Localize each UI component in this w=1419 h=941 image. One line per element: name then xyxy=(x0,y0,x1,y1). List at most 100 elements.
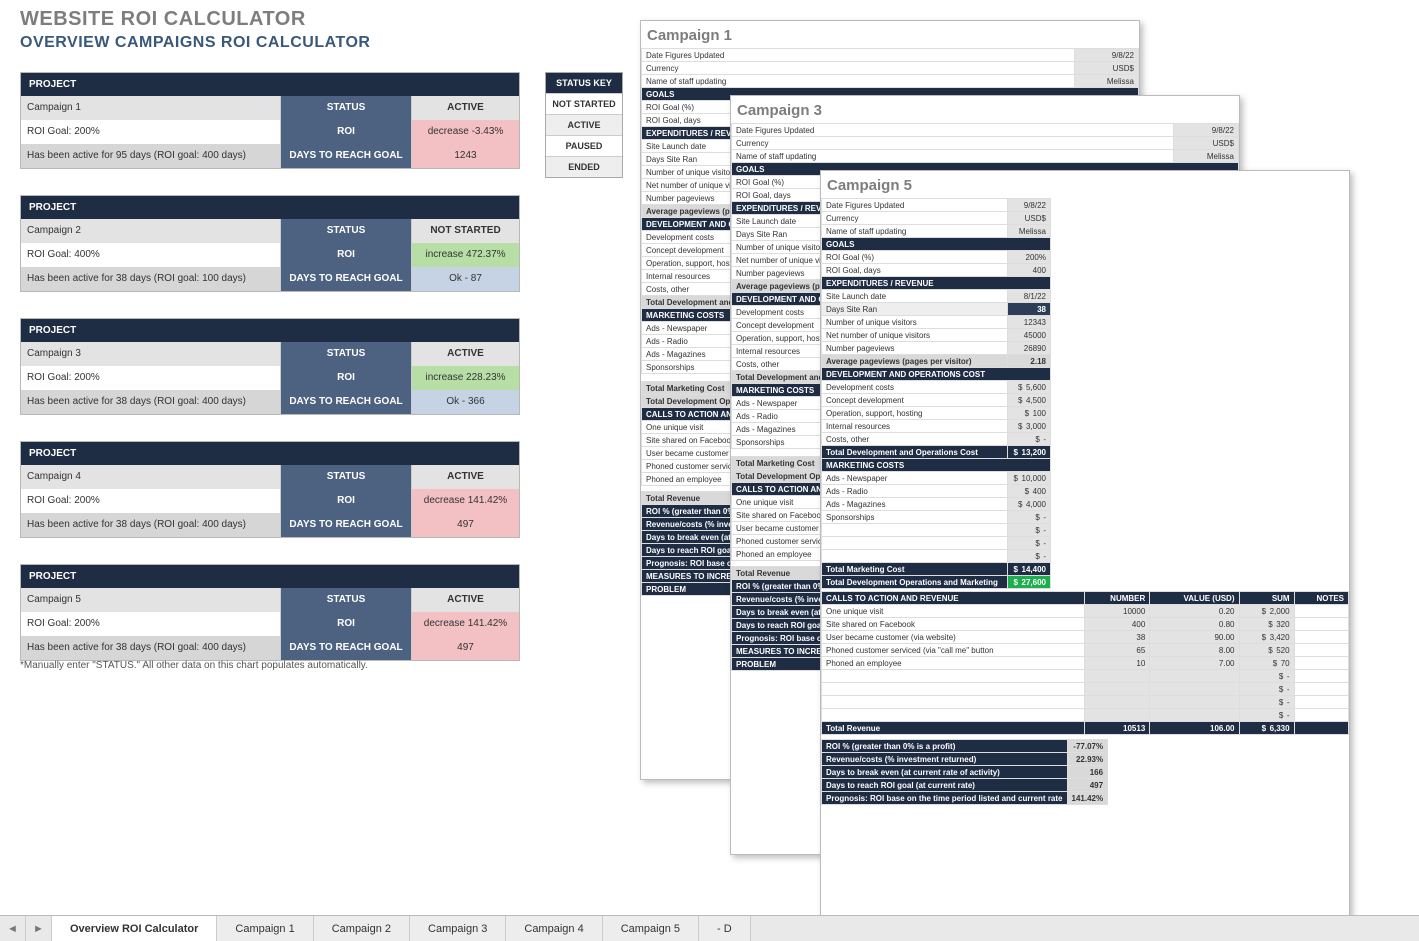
metric-label: ROI % (greater than 0% is a profit) xyxy=(822,740,1068,753)
campaign-name: Campaign 2 xyxy=(21,219,281,243)
roi-goal: ROI Goal: 200% xyxy=(21,489,281,513)
tab[interactable]: Campaign 5 xyxy=(603,916,699,941)
status-value[interactable]: ACTIVE xyxy=(411,96,519,120)
roi-change: decrease 141.42% xyxy=(411,612,519,636)
metric-value: 166 xyxy=(1067,766,1108,779)
roi-goal: ROI Goal: 200% xyxy=(21,120,281,144)
status-label: STATUS xyxy=(281,96,411,120)
metric-value: 497 xyxy=(1067,779,1108,792)
metric-label: Days to reach ROI goal (at current rate) xyxy=(822,779,1068,792)
status-value[interactable]: ACTIVE xyxy=(411,588,519,612)
status-label: STATUS xyxy=(281,465,411,489)
active-text: Has been active for 95 days (ROI goal: 4… xyxy=(21,144,281,168)
metric-value: 141.42% xyxy=(1067,792,1108,805)
meta-value[interactable]: Melissa xyxy=(1173,150,1238,163)
roi-label: ROI xyxy=(281,243,411,267)
status-label: STATUS xyxy=(281,588,411,612)
meta-value[interactable]: USD$ xyxy=(1173,137,1238,150)
project-block: PROJECTCampaign 4STATUSACTIVE ROI Goal: 2… xyxy=(20,441,520,538)
section-dev: DEVELOPMENT AND OPERATIONS COST xyxy=(822,368,1051,381)
meta-value[interactable]: 9/8/22 xyxy=(1173,124,1238,137)
status-label: STATUS xyxy=(281,342,411,366)
roi-goal: ROI Goal: 400% xyxy=(21,243,281,267)
tab[interactable]: Campaign 3 xyxy=(410,916,506,941)
footnote: *Manually enter "STATUS." All other data… xyxy=(20,660,368,671)
meta-value[interactable]: Melissa xyxy=(1075,75,1139,88)
active-text: Has been active for 38 days (ROI goal: 1… xyxy=(21,267,281,291)
meta-value[interactable]: Melissa xyxy=(1008,225,1051,238)
active-text: Has been active for 38 days (ROI goal: 4… xyxy=(21,636,281,660)
tab[interactable]: Campaign 4 xyxy=(506,916,602,941)
status-value[interactable]: NOT STARTED xyxy=(411,219,519,243)
meta-value[interactable]: 9/8/22 xyxy=(1075,49,1139,62)
tab-nav-prev[interactable]: ◄ xyxy=(0,916,26,941)
section-mkt: MARKETING COSTS xyxy=(822,459,1051,472)
sheet-tabs: ◄ ► Overview ROI CalculatorCampaign 1Cam… xyxy=(0,915,1419,941)
meta-value[interactable]: USD$ xyxy=(1008,212,1051,225)
status-key-item: NOT STARTED xyxy=(546,93,622,114)
days-label: DAYS TO REACH GOAL xyxy=(281,513,411,537)
meta-label: Currency xyxy=(732,137,1174,150)
page-root: WEBSITE ROI CALCULATOR OVERVIEW CAMPAIGN… xyxy=(0,0,1419,941)
tab-nav-next[interactable]: ► xyxy=(26,916,52,941)
project-block: PROJECTCampaign 1STATUSACTIVE ROI Goal: 2… xyxy=(20,72,520,169)
overview-column: PROJECTCampaign 1STATUSACTIVEROI Goal: 2… xyxy=(20,72,520,687)
sheet-title: Campaign 5 xyxy=(821,171,1349,198)
project-header: PROJECT xyxy=(21,73,519,96)
roi-change: increase 472.37% xyxy=(411,243,519,267)
sheet-title: Campaign 3 xyxy=(731,96,1239,123)
sheet-title: Campaign 1 xyxy=(641,21,1139,48)
metric-value: -77.07% xyxy=(1067,740,1108,753)
project-header: PROJECT xyxy=(21,442,519,465)
project-block: PROJECTCampaign 2STATUSNOT STARTED ROI Go… xyxy=(20,195,520,292)
status-label: STATUS xyxy=(281,219,411,243)
status-key-item: ENDED xyxy=(546,156,622,177)
meta-label: Date Figures Updated xyxy=(822,199,1008,212)
meta-label: Name of staff updating xyxy=(642,75,1075,88)
tab[interactable]: - D xyxy=(699,916,751,941)
status-value[interactable]: ACTIVE xyxy=(411,342,519,366)
status-key: STATUS KEY NOT STARTEDACTIVEPAUSEDENDED xyxy=(545,72,623,178)
status-key-item: ACTIVE xyxy=(546,114,622,135)
roi-label: ROI xyxy=(281,366,411,390)
status-key-header: STATUS KEY xyxy=(546,73,622,93)
meta-label: Currency xyxy=(822,212,1008,225)
tab[interactable]: Overview ROI Calculator xyxy=(52,916,217,941)
days-label: DAYS TO REACH GOAL xyxy=(281,267,411,291)
meta-label: Date Figures Updated xyxy=(642,49,1075,62)
days-value: 1243 xyxy=(411,144,519,168)
campaign-name: Campaign 5 xyxy=(21,588,281,612)
meta-value[interactable]: USD$ xyxy=(1075,62,1139,75)
status-value[interactable]: ACTIVE xyxy=(411,465,519,489)
tab[interactable]: Campaign 1 xyxy=(217,916,313,941)
project-header: PROJECT xyxy=(21,565,519,588)
project-header: PROJECT xyxy=(21,319,519,342)
days-label: DAYS TO REACH GOAL xyxy=(281,390,411,414)
days-label: DAYS TO REACH GOAL xyxy=(281,636,411,660)
active-text: Has been active for 38 days (ROI goal: 4… xyxy=(21,513,281,537)
roi-goal: ROI Goal: 200% xyxy=(21,612,281,636)
campaign-name: Campaign 4 xyxy=(21,465,281,489)
section-goals: GOALS xyxy=(822,238,1051,251)
metric-label: Days to break even (at current rate of a… xyxy=(822,766,1068,779)
tab[interactable]: Campaign 2 xyxy=(314,916,410,941)
project-block: PROJECTCampaign 3STATUSACTIVEROI Goal: 2… xyxy=(20,318,520,415)
days-value: 497 xyxy=(411,636,519,660)
section-exp: EXPENDITURES / REVENUE xyxy=(822,277,1051,290)
project-header: PROJECT xyxy=(21,196,519,219)
days-label: DAYS TO REACH GOAL xyxy=(281,144,411,168)
roi-change: increase 228.23% xyxy=(411,366,519,390)
metric-value: 22.93% xyxy=(1067,753,1108,766)
meta-label: Currency xyxy=(642,62,1075,75)
meta-label: Name of staff updating xyxy=(732,150,1174,163)
metric-label: Prognosis: ROI base on the time period l… xyxy=(822,792,1068,805)
roi-label: ROI xyxy=(281,120,411,144)
roi-change: decrease 141.42% xyxy=(411,489,519,513)
campaign-name: Campaign 1 xyxy=(21,96,281,120)
meta-label: Name of staff updating xyxy=(822,225,1008,238)
meta-value[interactable]: 9/8/22 xyxy=(1008,199,1051,212)
days-value: Ok - 87 xyxy=(411,267,519,291)
roi-goal: ROI Goal: 200% xyxy=(21,366,281,390)
roi-label: ROI xyxy=(281,489,411,513)
project-block: PROJECTCampaign 5STATUSACTIVE ROI Goal: 2… xyxy=(20,564,520,661)
